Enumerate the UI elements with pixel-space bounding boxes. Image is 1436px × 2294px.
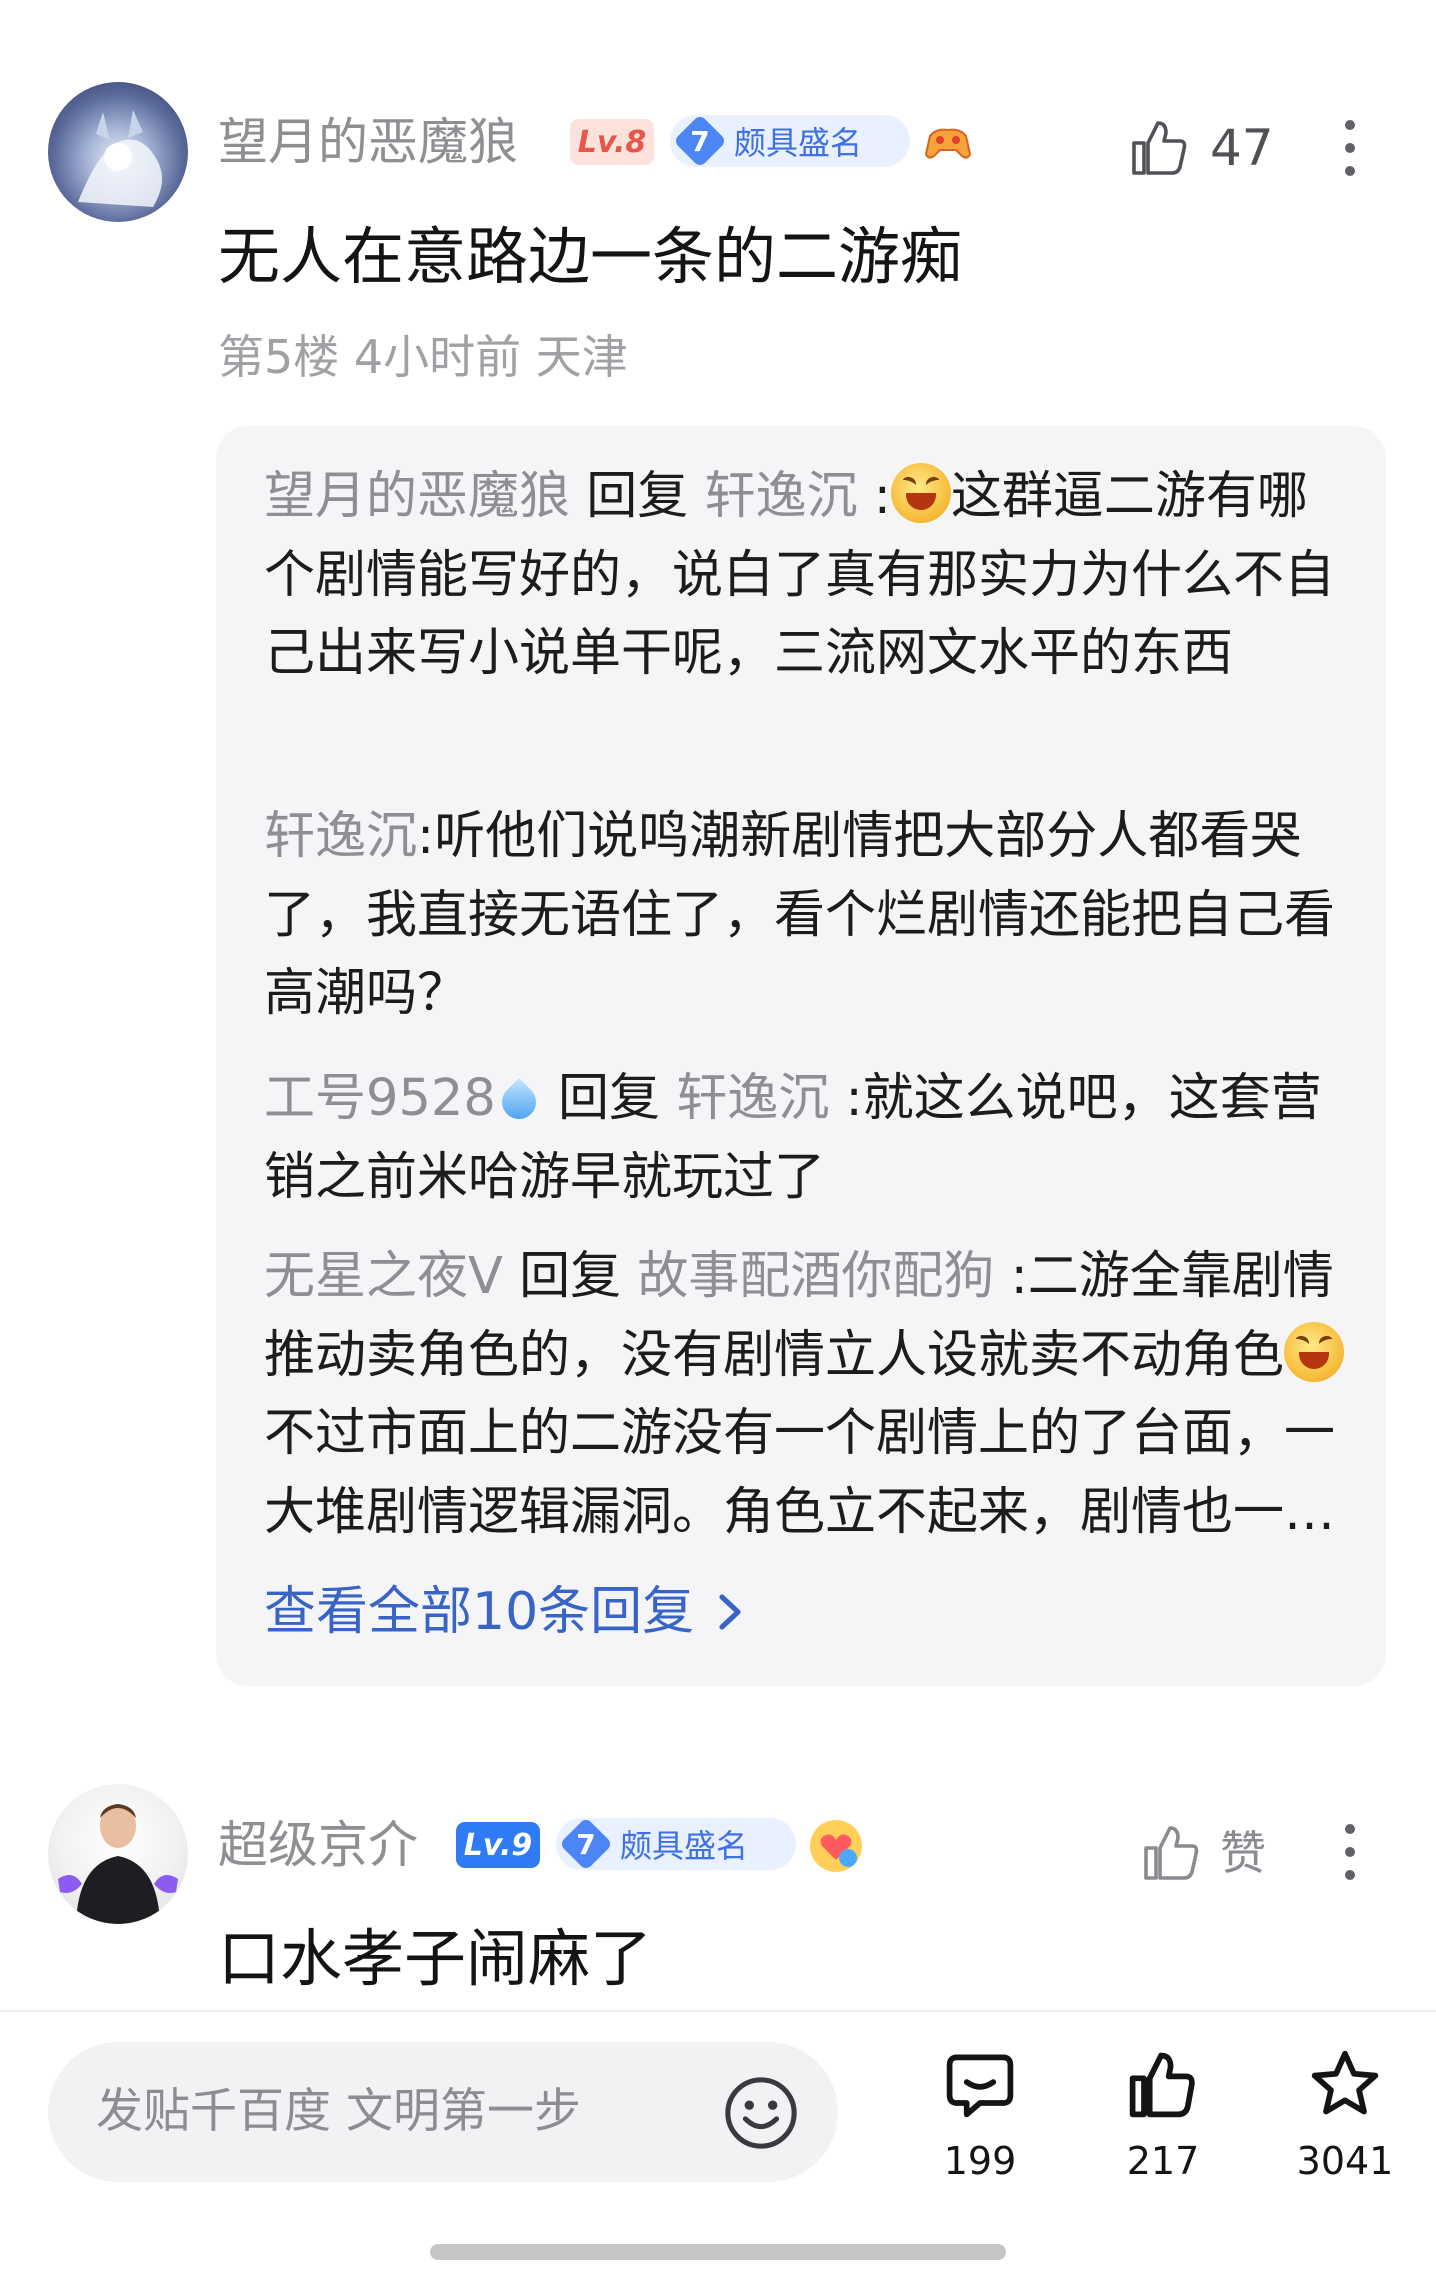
thumbs-up-icon	[1144, 1826, 1199, 1880]
post-like-button[interactable]: 217	[1103, 2046, 1223, 2186]
thumbs-up-icon	[1129, 2052, 1195, 2118]
more-vertical-icon	[1345, 1824, 1355, 1834]
favorite-count: 3041	[1296, 2139, 1394, 2183]
username[interactable]: 望月的恶魔狼	[218, 117, 518, 167]
reply-verb: 回复	[558, 1069, 661, 1128]
like-count: 217	[1126, 2139, 1200, 2183]
reply-author[interactable]: 工号9528	[264, 1069, 496, 1128]
game-controller-icon	[922, 118, 974, 170]
laughing-emoji-icon	[890, 463, 951, 523]
view-all-label: 查看全部10条回复	[264, 1582, 695, 1642]
level-badge: Lv.9	[456, 1822, 540, 1868]
like-count: 47	[1210, 119, 1274, 177]
avatar-art	[78, 110, 162, 207]
more-options-button[interactable]	[1344, 120, 1356, 176]
comment-text: 口水孝子闹麻了	[218, 1922, 653, 1995]
like-button[interactable]: 47	[1128, 113, 1288, 187]
reputation-level: 7	[674, 115, 726, 167]
comment-meta: 第5楼 4小时前 天津	[218, 330, 628, 384]
avatar[interactable]	[48, 1784, 188, 1924]
reply-verb: 回复	[519, 1247, 622, 1306]
username[interactable]: 超级京介	[218, 1820, 418, 1870]
reply-verb: 回复	[586, 467, 689, 526]
reply-colon: :	[857, 467, 891, 526]
reply-author[interactable]: 无星之夜V	[264, 1247, 503, 1306]
comment-input[interactable]: 发贴千百度 文明第一步	[48, 2042, 838, 2182]
more-vertical-icon	[1345, 120, 1355, 130]
more-options-button[interactable]	[1344, 1824, 1356, 1880]
replies-box[interactable]: 望月的恶魔狼 回复 轩逸沉 : 这群逼二游有哪个剧情能写好的，说白了真有那实力为什…	[216, 426, 1386, 1686]
reputation-badge: 7 颇具盛名	[670, 115, 910, 167]
favorite-button[interactable]: 3041	[1280, 2046, 1410, 2186]
reply-colon: :	[417, 807, 435, 866]
reply-author[interactable]: 望月的恶魔狼	[264, 467, 570, 526]
view-all-replies-link[interactable]: 查看全部10条回复	[264, 1582, 750, 1642]
smiley-icon[interactable]	[722, 2074, 800, 2152]
reply-author[interactable]: 轩逸沉	[264, 807, 417, 866]
like-label: 赞	[1220, 1826, 1266, 1880]
reputation-badge: 7 颇具盛名	[556, 1818, 796, 1870]
reply-item[interactable]: 无星之夜V 回复 故事配酒你配狗 :二游全靠剧情推动卖角色的，没有剧情立人设就卖…	[264, 1238, 1354, 1553]
reputation-title: 颇具盛名	[734, 124, 863, 162]
reply-item[interactable]: 工号9528 回复 轩逸沉 :就这么说吧，这套营销之前米哈游早就玩过了	[264, 1060, 1354, 1218]
laughing-emoji-icon	[1284, 1321, 1345, 1382]
reply-target[interactable]: 轩逸沉	[704, 467, 857, 526]
reply-target[interactable]: 轩逸沉	[676, 1069, 829, 1128]
reply-item[interactable]: 轩逸沉:听他们说鸣潮新剧情把大部分人都看哭了，我直接无语住了，看个烂剧情还能把自…	[264, 798, 1354, 1034]
heart-badge-icon	[808, 1818, 864, 1874]
reply-colon: :	[829, 1069, 863, 1128]
level-badge: Lv.8	[570, 119, 654, 165]
comment-text: 无人在意路边一条的二游痴	[218, 220, 963, 293]
avatar-art	[58, 1804, 178, 1924]
reply-target[interactable]: 故事配酒你配狗	[637, 1247, 994, 1306]
reputation-level: 7	[560, 1818, 612, 1870]
home-indicator	[430, 2244, 1006, 2260]
like-button[interactable]: 赞	[1140, 1818, 1280, 1892]
comment-count-button[interactable]: 199	[920, 2046, 1040, 2186]
thumbs-up-icon	[1132, 121, 1187, 175]
input-placeholder: 发贴千百度 文明第一步	[96, 2084, 581, 2139]
comment-bubble-icon	[946, 2054, 1014, 2118]
reputation-title: 颇具盛名	[620, 1827, 749, 1865]
star-icon	[1311, 2050, 1379, 2115]
comment-count: 199	[943, 2139, 1017, 2183]
reply-colon: :	[994, 1247, 1028, 1306]
water-drop-icon	[494, 1077, 543, 1127]
reply-text-continued: 不过市面上的二游没有一个剧情上的了台面，一大堆剧情逻辑漏洞。角色立不起来，剧情也…	[264, 1404, 1336, 1543]
reply-item[interactable]: 望月的恶魔狼 回复 轩逸沉 : 这群逼二游有哪个剧情能写好的，说白了真有那实力为什…	[264, 458, 1354, 773]
avatar[interactable]	[48, 82, 188, 222]
chevron-right-icon	[719, 1594, 741, 1630]
